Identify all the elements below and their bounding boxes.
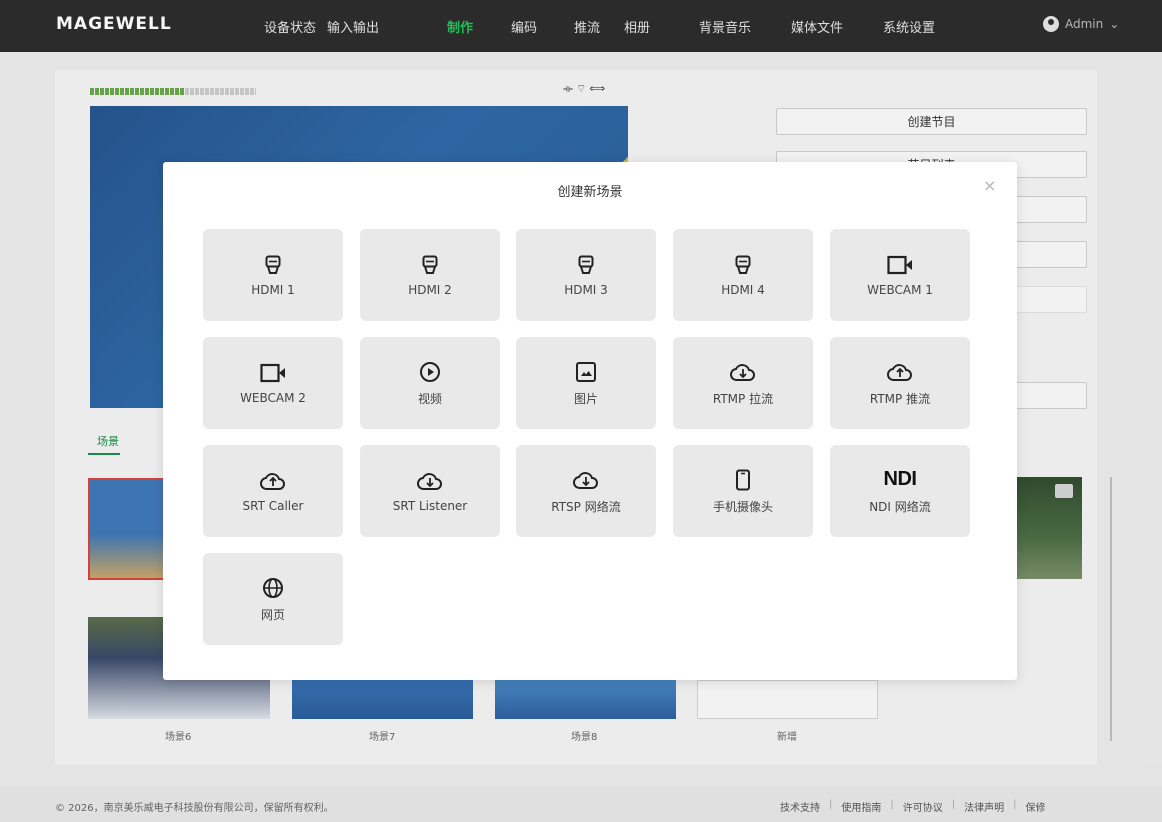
hdmi-icon <box>735 253 751 277</box>
source-hdmi-2[interactable]: HDMI 2 <box>360 229 500 321</box>
source-hdmi-4[interactable]: HDMI 4 <box>673 229 813 321</box>
close-icon[interactable]: × <box>983 176 996 195</box>
cloud-download-icon <box>730 360 756 384</box>
source-label: 视频 <box>417 391 442 406</box>
source-label: HDMI 3 <box>564 283 608 297</box>
phone-icon <box>735 468 751 492</box>
ndi-icon: NDI <box>884 468 917 492</box>
play-icon <box>419 360 441 384</box>
source-srt-listener[interactable]: SRT Listener <box>360 445 500 537</box>
source-video[interactable]: 视频 <box>360 337 500 429</box>
camera-icon <box>887 253 913 277</box>
source-hdmi-1[interactable]: HDMI 1 <box>203 229 343 321</box>
source-label: WEBCAM 1 <box>867 283 933 297</box>
source-webcam-1[interactable]: WEBCAM 1 <box>830 229 970 321</box>
cloud-upload-icon <box>260 469 286 493</box>
source-ndi-stream[interactable]: NDI NDI 网络流 <box>830 445 970 537</box>
source-label: 手机摄像头 <box>712 499 773 514</box>
cloud-download-icon <box>573 468 599 492</box>
globe-icon <box>262 576 284 600</box>
source-label: RTMP 拉流 <box>712 391 774 406</box>
hdmi-icon <box>422 253 438 277</box>
hdmi-icon <box>265 253 281 277</box>
source-label: SRT Caller <box>242 499 304 513</box>
source-label: WEBCAM 2 <box>240 391 306 405</box>
source-srt-caller[interactable]: SRT Caller <box>203 445 343 537</box>
source-webpage[interactable]: 网页 <box>203 553 343 645</box>
source-webcam-2[interactable]: WEBCAM 2 <box>203 337 343 429</box>
source-rtmp-push[interactable]: RTMP 推流 <box>830 337 970 429</box>
cloud-download-icon <box>417 469 443 493</box>
source-label: HDMI 2 <box>408 283 452 297</box>
camera-icon <box>260 361 286 385</box>
source-label: 图片 <box>573 391 598 406</box>
source-label: HDMI 1 <box>251 283 295 297</box>
source-phone-camera[interactable]: 手机摄像头 <box>673 445 813 537</box>
source-label: RTMP 推流 <box>869 391 931 406</box>
source-rtmp-pull[interactable]: RTMP 拉流 <box>673 337 813 429</box>
source-rtsp-stream[interactable]: RTSP 网络流 <box>516 445 656 537</box>
source-label: SRT Listener <box>392 499 468 513</box>
source-hdmi-3[interactable]: HDMI 3 <box>516 229 656 321</box>
image-icon <box>575 360 597 384</box>
source-label: RTSP 网络流 <box>551 499 621 514</box>
source-image[interactable]: 图片 <box>516 337 656 429</box>
source-label: NDI 网络流 <box>869 499 931 514</box>
hdmi-icon <box>578 253 594 277</box>
create-scene-dialog: 创建新场景 × HDMI 1 HDMI 2 HDMI 3 HDMI 4 WEBC… <box>163 162 1017 680</box>
ndi-logo-text: NDI <box>883 468 917 490</box>
source-label: HDMI 4 <box>721 283 765 297</box>
dialog-title: 创建新场景 <box>557 185 623 200</box>
source-label: 网页 <box>260 607 285 622</box>
cloud-upload-icon <box>887 360 913 384</box>
